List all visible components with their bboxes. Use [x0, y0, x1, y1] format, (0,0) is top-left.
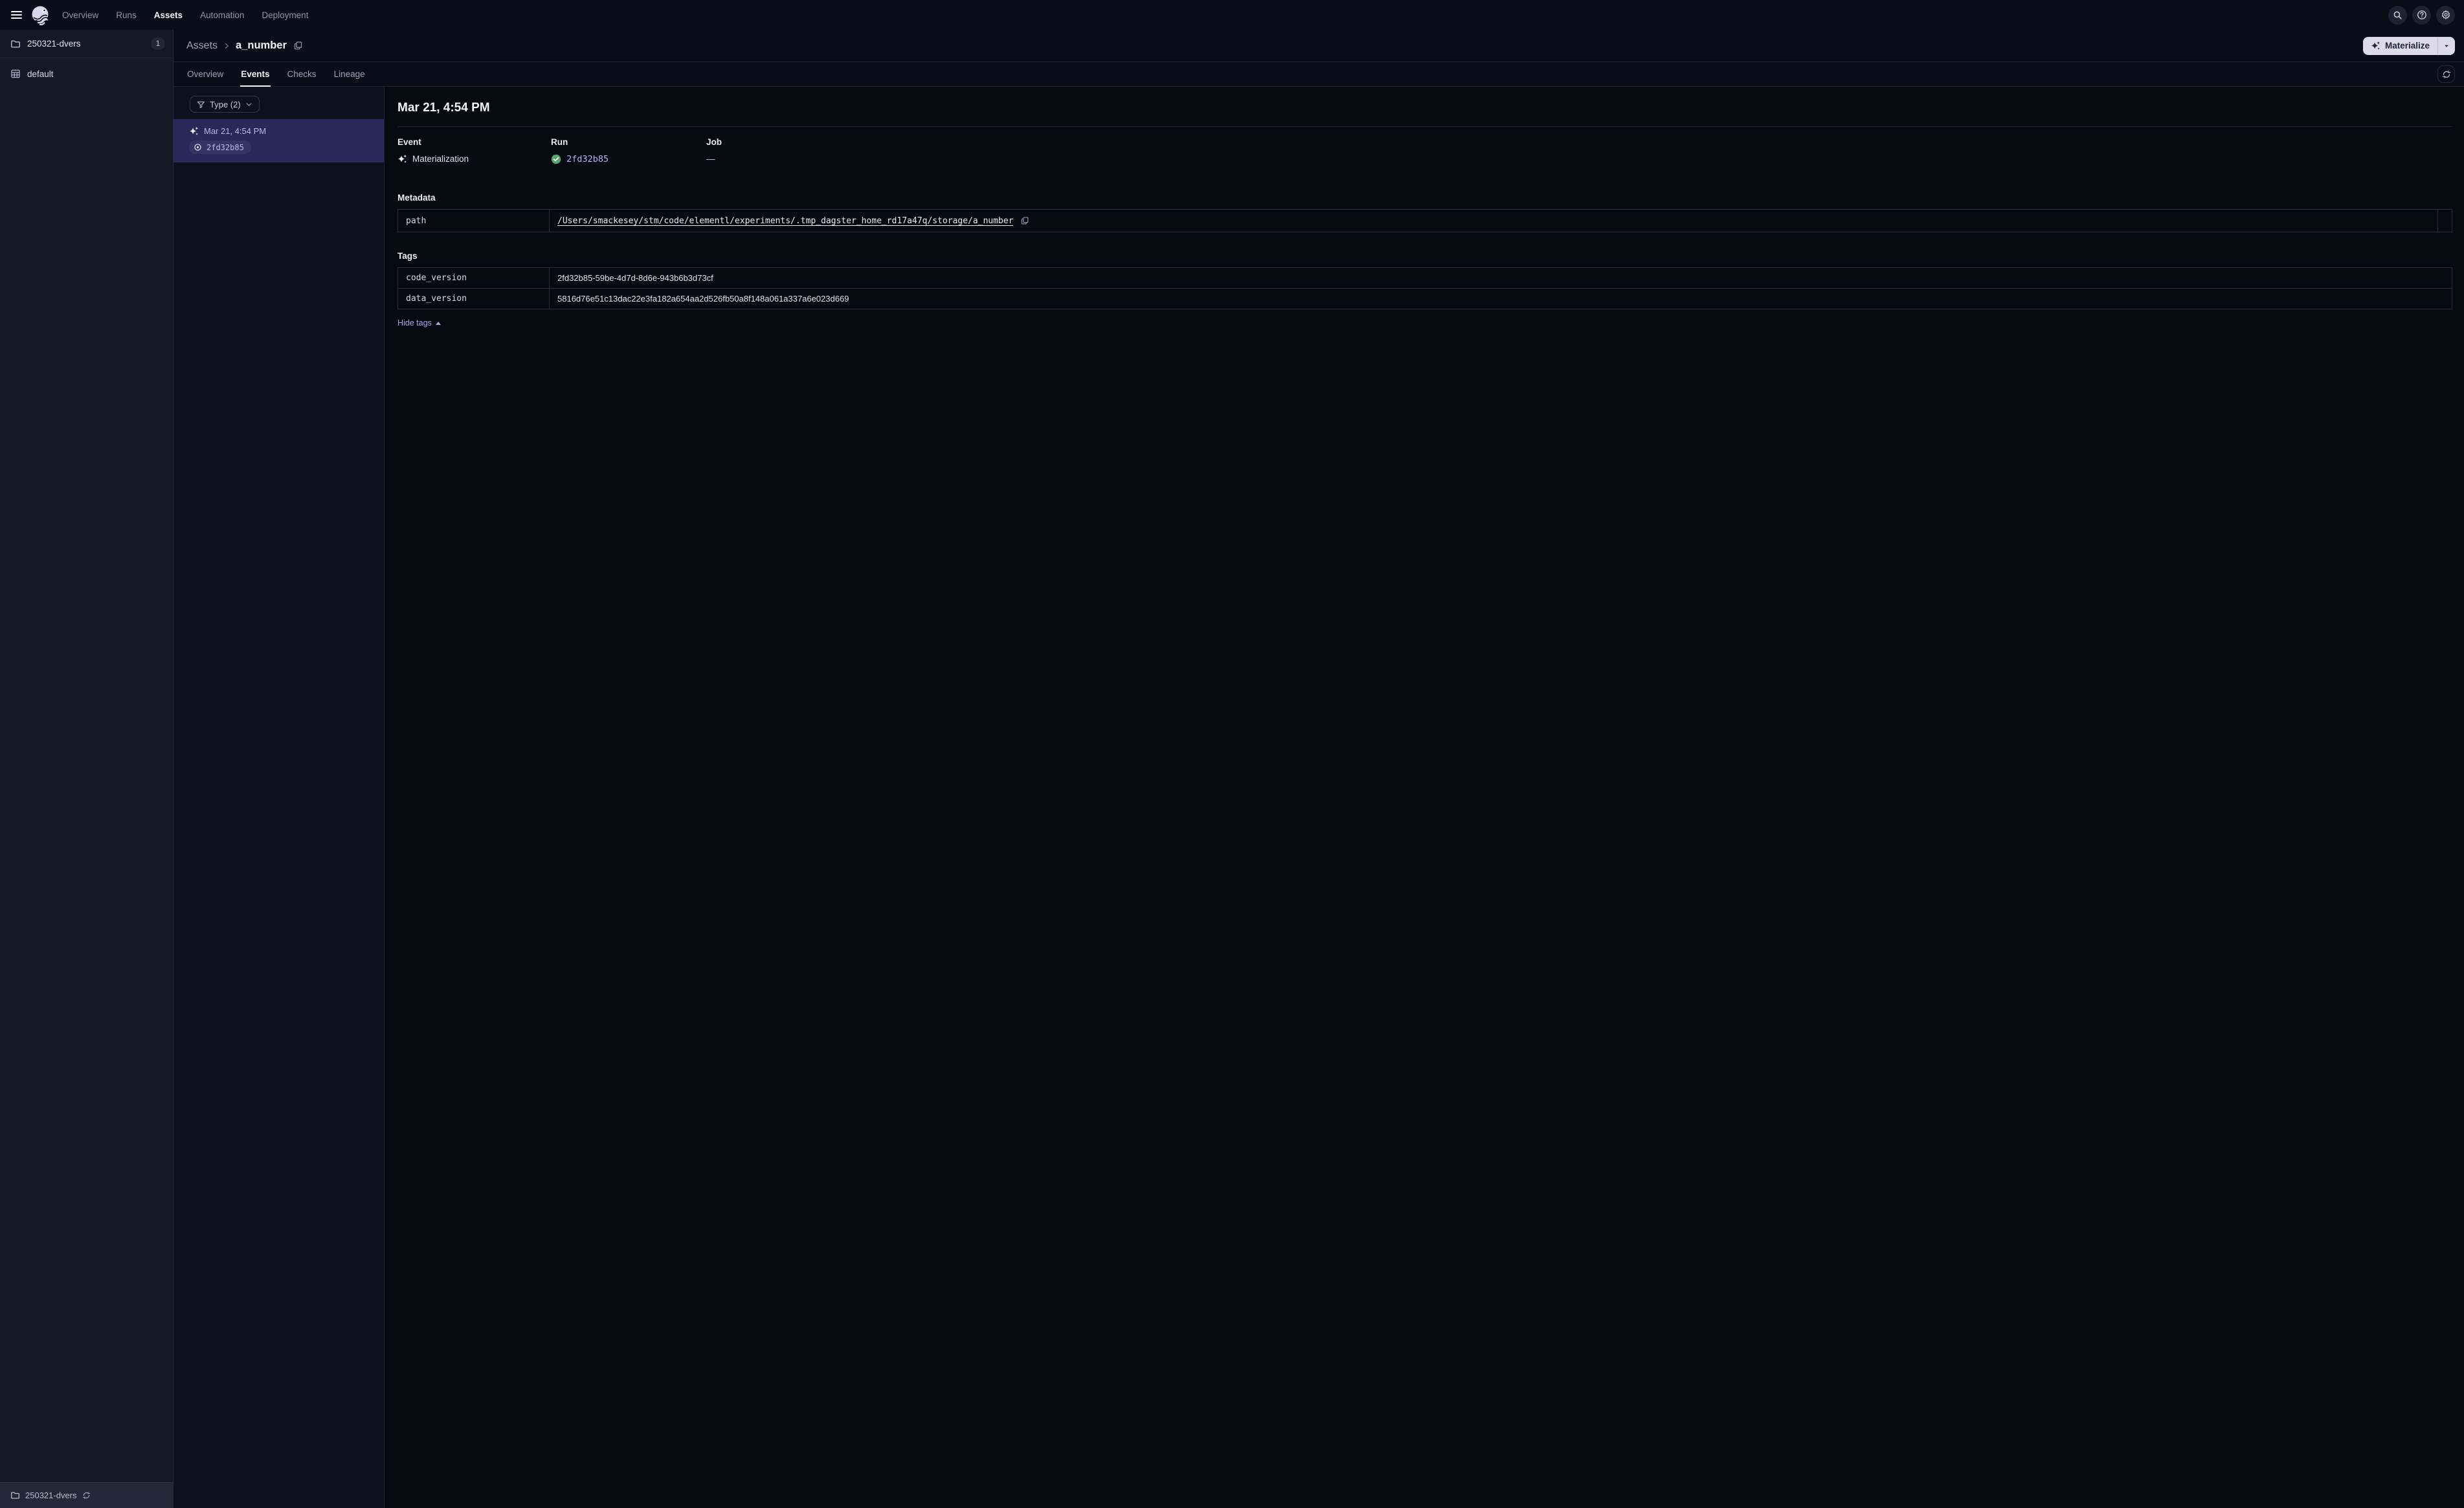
caret-down-icon	[2445, 45, 2448, 47]
gear-icon	[2441, 10, 2450, 19]
top-nav: Overview Runs Assets Automation Deployme…	[0, 0, 2464, 30]
tag-value: 2fd32b85-59be-4d7d-8d6e-943b6b3d73cf	[557, 273, 713, 283]
workspace-name: 250321-dvers	[27, 39, 81, 49]
hide-tags-label: Hide tags	[398, 318, 432, 327]
event-timestamp: Mar 21, 4:54 PM	[204, 126, 267, 136]
event-column-label: Event	[398, 137, 421, 147]
workspace-count-badge: 1	[151, 38, 165, 50]
event-run-id: 2fd32b85	[207, 142, 244, 152]
dagster-logo[interactable]	[30, 5, 50, 25]
materialize-split-button: Materialize	[2362, 36, 2455, 55]
event-summary: Event Materialization Run 2fd32b85 Job —	[398, 137, 2452, 164]
tag-value: 5816d76e51c13dac22e3fa182a654aa2d526fb50…	[557, 294, 849, 304]
check-circle-icon	[551, 154, 561, 164]
materialize-button[interactable]: Materialize	[2363, 37, 2437, 55]
folder-icon	[11, 1492, 19, 1499]
materialize-label: Materialize	[2384, 41, 2430, 50]
events-list-panel: Type (2) Mar 21, 4:54 PM 2fd32b85	[174, 87, 385, 1508]
run-id-link[interactable]: 2fd32b85	[566, 154, 609, 164]
materialize-dropdown-button[interactable]	[2437, 36, 2455, 55]
sidebar-workspace-row[interactable]: 250321-dvers 1	[0, 30, 173, 58]
copy-asset-name-button[interactable]	[292, 39, 304, 52]
breadcrumb-assets-link[interactable]: Assets	[186, 40, 218, 52]
folder-icon	[11, 40, 20, 47]
copy-icon	[1022, 217, 1029, 225]
type-filter-label: Type (2)	[210, 99, 241, 109]
main-area: Assets a_number Materialize Overview Eve…	[174, 30, 2464, 1508]
tags-table: code_version 2fd32b85-59be-4d7d-8d6e-943…	[398, 267, 2452, 309]
help-button[interactable]	[2412, 5, 2431, 25]
caret-up-icon	[435, 321, 441, 325]
metadata-heading: Metadata	[398, 193, 436, 203]
sparkle-icon	[398, 154, 407, 163]
event-detail-title: Mar 21, 4:54 PM	[398, 101, 490, 115]
metadata-key: path	[398, 210, 550, 232]
summary-event-col: Event Materialization	[398, 137, 551, 164]
target-icon	[194, 144, 201, 151]
footer-workspace-name: 250321-dvers	[25, 1491, 77, 1500]
materialization-sparkle-icon	[189, 126, 199, 135]
tag-key: data_version	[398, 289, 550, 309]
copy-path-button[interactable]	[1019, 215, 1031, 227]
metadata-table: path /Users/smackesey/stm/code/elementl/…	[398, 209, 2452, 232]
event-run-pill[interactable]: 2fd32b85	[189, 140, 251, 154]
sidebar-item-default[interactable]: default	[0, 63, 173, 84]
asset-name-title: a_number	[236, 39, 287, 51]
top-nav-actions	[2388, 5, 2464, 25]
tab-overview[interactable]: Overview	[186, 62, 224, 86]
help-icon	[2417, 10, 2426, 19]
tab-checks[interactable]: Checks	[287, 62, 317, 86]
summary-job-col: Job —	[706, 137, 2452, 164]
nav-item-deployment[interactable]: Deployment	[262, 8, 308, 23]
nav-item-overview[interactable]: Overview	[62, 8, 98, 23]
event-list: Mar 21, 4:54 PM 2fd32b85	[174, 119, 384, 162]
sidebar-item-label: default	[27, 69, 54, 79]
search-icon	[2393, 11, 2402, 19]
table-row: code_version 2fd32b85-59be-4d7d-8d6e-943…	[398, 268, 2452, 289]
table-row: data_version 5816d76e51c13dac22e3fa182a6…	[398, 289, 2452, 309]
menu-hamburger-icon[interactable]	[5, 4, 27, 26]
tabs-row: Overview Events Checks Lineage	[174, 62, 2464, 87]
job-value: —	[706, 154, 715, 164]
refresh-events-button[interactable]	[2437, 65, 2455, 83]
tabs: Overview Events Checks Lineage	[186, 62, 366, 87]
tab-lineage[interactable]: Lineage	[333, 62, 366, 86]
tab-events[interactable]: Events	[240, 62, 271, 87]
job-column-label: Job	[706, 137, 722, 147]
chevron-right-icon	[225, 43, 229, 49]
nav-item-automation[interactable]: Automation	[200, 8, 244, 23]
funnel-icon	[197, 101, 205, 108]
refresh-icon	[82, 1492, 90, 1499]
type-filter-button[interactable]: Type (2)	[190, 96, 260, 113]
nav-item-assets[interactable]: Assets	[154, 8, 183, 23]
refresh-icon	[2442, 70, 2450, 78]
settings-button[interactable]	[2436, 5, 2455, 25]
tags-heading: Tags	[398, 251, 418, 261]
nav-item-runs[interactable]: Runs	[116, 8, 137, 23]
asset-group-icon	[11, 69, 20, 78]
row-action-cell	[2437, 210, 2452, 232]
run-column-label: Run	[551, 137, 568, 147]
event-type-value: Materialization	[412, 154, 469, 164]
tag-key: code_version	[398, 268, 550, 288]
sidebar: 250321-dvers 1 default 250321-dvers	[0, 30, 174, 1508]
event-list-item[interactable]: Mar 21, 4:54 PM 2fd32b85	[174, 119, 384, 162]
chevron-down-icon	[246, 103, 251, 106]
search-button[interactable]	[2388, 5, 2407, 25]
hide-tags-toggle[interactable]: Hide tags	[398, 318, 441, 327]
primary-nav: Overview Runs Assets Automation Deployme…	[62, 8, 308, 23]
divider	[398, 126, 2452, 127]
metadata-path-link[interactable]: /Users/smackesey/stm/code/elementl/exper…	[557, 216, 1013, 226]
breadcrumb: Assets a_number	[186, 39, 304, 52]
table-row: path /Users/smackesey/stm/code/elementl/…	[398, 210, 2452, 232]
sparkle-icon	[2371, 41, 2380, 50]
copy-icon	[294, 41, 302, 50]
event-detail-panel: Mar 21, 4:54 PM Event Materialization Ru…	[385, 87, 2464, 1508]
page-header: Assets a_number Materialize	[174, 30, 2464, 62]
summary-run-col: Run 2fd32b85	[551, 137, 706, 164]
sidebar-footer-workspace[interactable]: 250321-dvers	[0, 1482, 173, 1508]
